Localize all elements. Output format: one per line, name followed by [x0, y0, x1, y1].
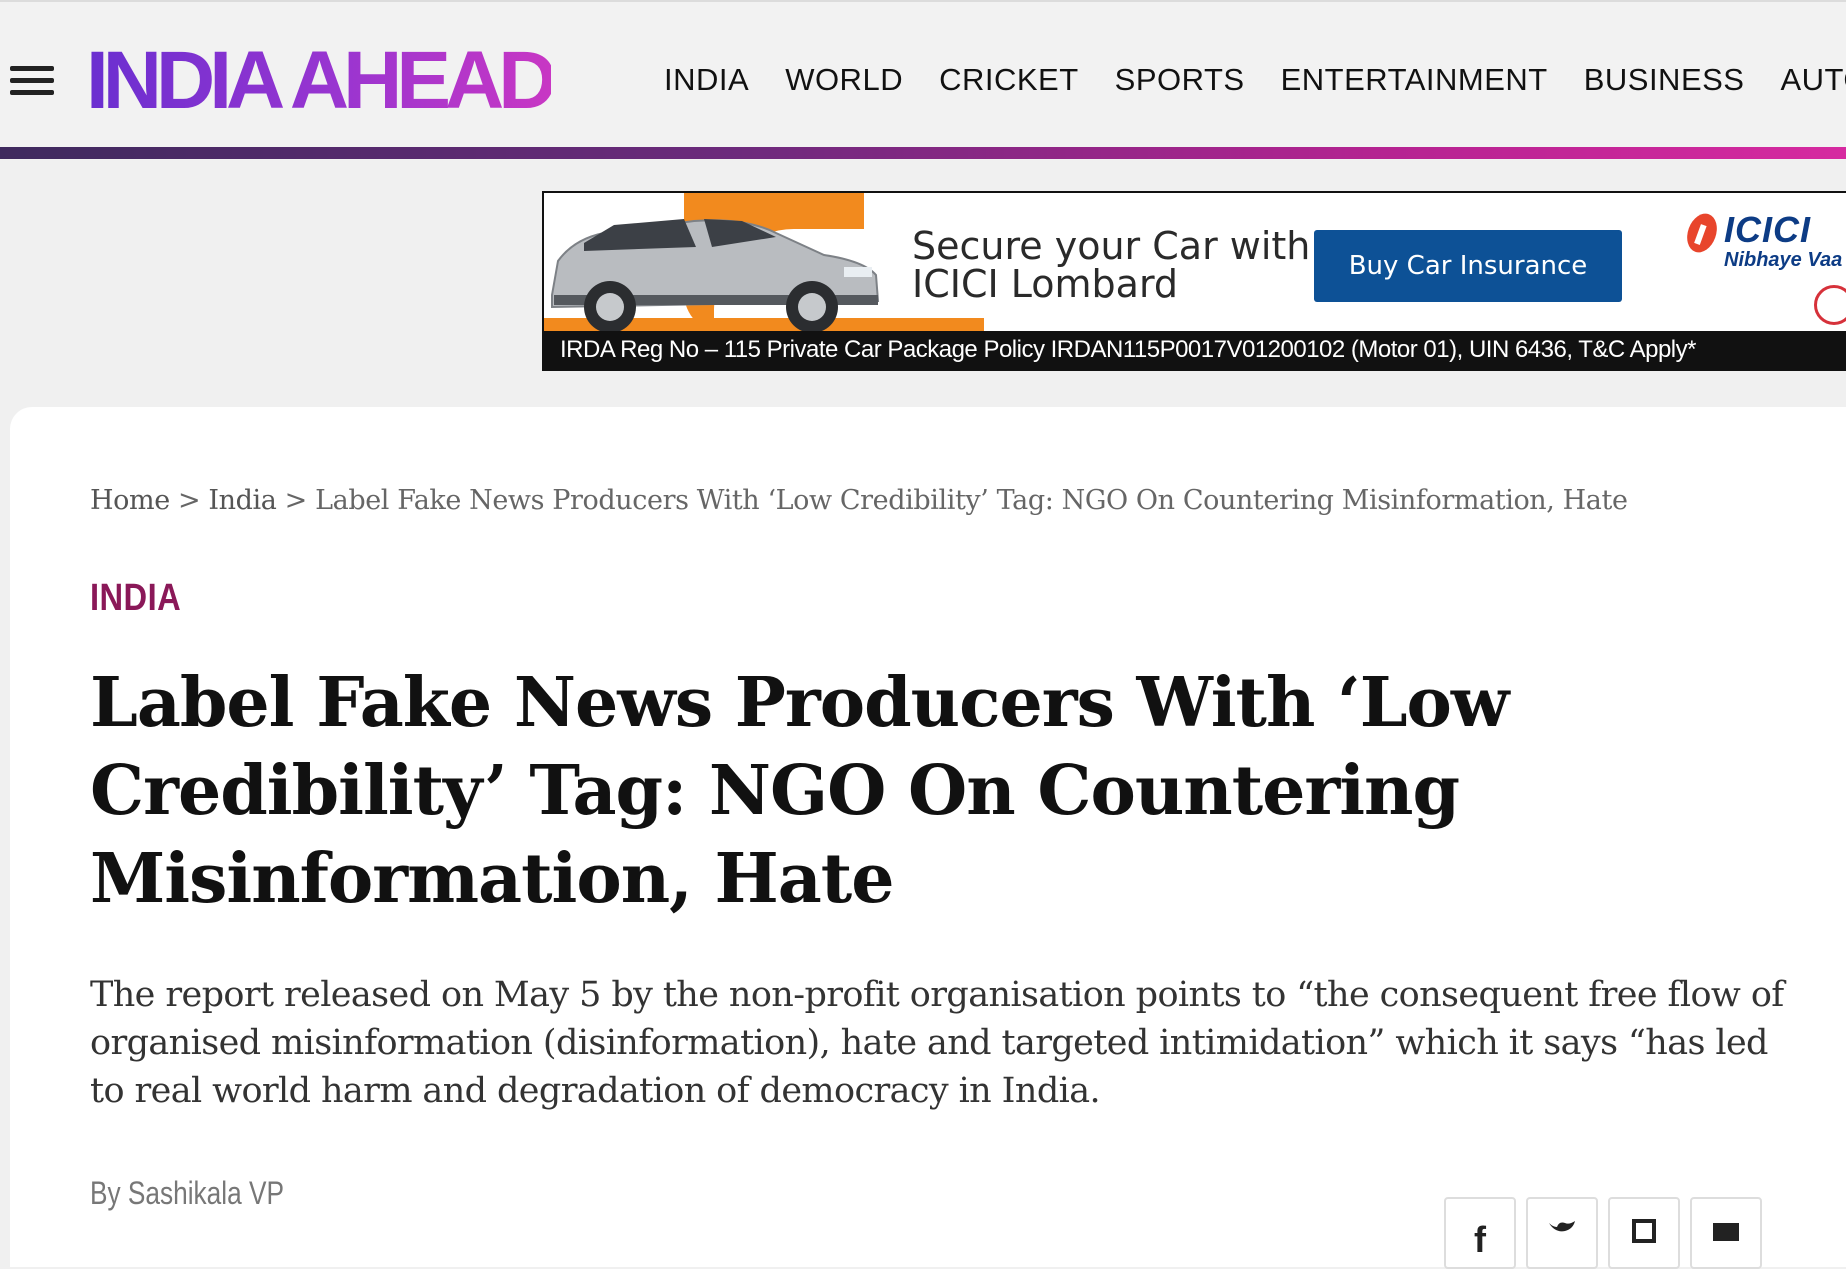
- breadcrumb-india[interactable]: India: [208, 485, 276, 516]
- email-share-icon[interactable]: [1690, 1197, 1762, 1269]
- nav-item-entertainment[interactable]: ENTERTAINMENT: [1281, 62, 1548, 98]
- ad-headline-line2: ICICI Lombard: [912, 262, 1179, 306]
- nav-item-world[interactable]: WORLD: [785, 62, 903, 98]
- nav-item-business[interactable]: BUSINESS: [1584, 62, 1745, 98]
- breadcrumb-separator: >: [284, 485, 308, 516]
- ad-headline-line1: Secure your Car with: [912, 224, 1311, 268]
- ad-brand-tagline: Nibhaye Vaa: [1724, 249, 1843, 271]
- phone-icon[interactable]: [1814, 285, 1846, 325]
- breadcrumb-home[interactable]: Home: [90, 485, 170, 516]
- ad-brand-name: ICICI: [1724, 209, 1812, 250]
- email-icon: [1713, 1223, 1739, 1241]
- header-gradient-divider: [0, 147, 1846, 159]
- car-image: [551, 219, 880, 333]
- ad-disclaimer: IRDA Reg No – 115 Private Car Package Po…: [544, 331, 1846, 369]
- bookmark-icon: [1632, 1219, 1656, 1243]
- article-headline: Label Fake News Producers With ‘Low Cred…: [90, 663, 1509, 919]
- buy-car-insurance-button[interactable]: Buy Car Insurance: [1314, 230, 1622, 302]
- nav-item-auto[interactable]: AUTO: [1780, 62, 1846, 98]
- top-border: [0, 0, 1846, 2]
- facebook-icon: f: [1474, 1219, 1486, 1260]
- icici-logo-icon: [1687, 213, 1717, 253]
- article-summary: The report released on May 5 by the non-…: [90, 975, 1784, 1111]
- twitter-share-icon[interactable]: [1526, 1197, 1598, 1269]
- nav-item-cricket[interactable]: CRICKET: [939, 62, 1079, 98]
- menu-hamburger-icon[interactable]: [10, 66, 54, 96]
- nav-item-india[interactable]: INDIA: [664, 62, 749, 98]
- article-category[interactable]: INDIA: [90, 577, 181, 620]
- nav-item-sports[interactable]: SPORTS: [1115, 62, 1245, 98]
- main-nav: INDIA WORLD CRICKET SPORTS ENTERTAINMENT…: [664, 58, 1846, 102]
- breadcrumb: Home > India > Label Fake News Producers…: [90, 485, 1628, 516]
- bookmark-share-icon[interactable]: [1608, 1197, 1680, 1269]
- site-logo[interactable]: INDIA AHEAD: [86, 36, 557, 126]
- ad-headline: Secure your Car with ICICI Lombard: [912, 227, 1312, 303]
- ad-brand-logo: ICICI Nibhaye Vaa: [1684, 209, 1846, 299]
- twitter-icon: [1549, 1221, 1575, 1232]
- breadcrumb-separator: >: [177, 485, 201, 516]
- article-card: Home > India > Label Fake News Producers…: [10, 407, 1846, 1269]
- site-header: INDIA AHEAD INDIA WORLD CRICKET SPORTS E…: [0, 0, 1846, 160]
- facebook-share-icon[interactable]: f: [1444, 1197, 1516, 1269]
- ad-banner[interactable]: Secure your Car with ICICI Lombard Buy C…: [542, 191, 1846, 371]
- breadcrumb-current: Label Fake News Producers With ‘Low Cred…: [315, 485, 1628, 516]
- article-byline[interactable]: By Sashikala VP: [90, 1175, 284, 1212]
